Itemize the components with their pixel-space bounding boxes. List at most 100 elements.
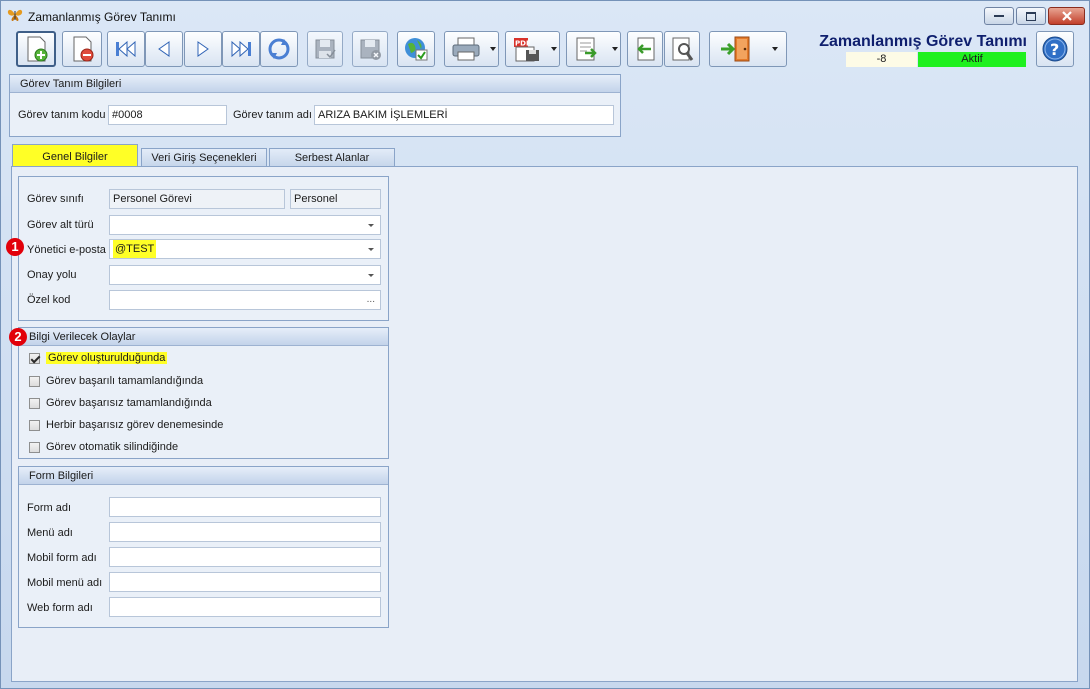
exit-dropdown-icon [772, 47, 778, 51]
definition-name-field[interactable]: ARIZA BAKIM İŞLEMLERİ [314, 105, 614, 125]
pdf-export-icon: PDF [513, 38, 539, 62]
annotation-marker-1: 1 [6, 238, 24, 256]
mobile-form-field[interactable] [109, 547, 381, 567]
last-record-icon [231, 40, 251, 58]
form-header-title: Zamanlanmış Görev Tanımı [819, 33, 1027, 50]
special-code-label: Özel kod [27, 294, 71, 306]
menu-name-field[interactable] [109, 522, 381, 542]
event-auto-deleted-label: Görev otomatik silindiğinde [46, 441, 179, 453]
web-form-field[interactable] [109, 597, 381, 617]
chevron-down-icon [368, 224, 374, 227]
mobile-menu-label: Mobil menü adı [27, 577, 103, 589]
manager-email-value: @TEST [113, 240, 157, 258]
maximize-button[interactable] [1016, 7, 1046, 25]
form-name-label: Form adı [27, 502, 72, 514]
definition-group-title: Görev Tanım Bilgileri [10, 75, 620, 93]
event-each-failure-label: Herbir başarısız görev denemesinde [46, 419, 224, 431]
save-button[interactable] [307, 31, 343, 67]
approval-path-label: Onay yolu [27, 269, 77, 281]
event-failure-label: Görev başarısız tamamlandığında [46, 397, 212, 409]
special-code-field[interactable]: ... [109, 290, 381, 310]
title-bar: Zamanlanmış Görev Tanımı [1, 1, 1089, 31]
refresh-button[interactable] [260, 31, 298, 67]
event-created-label: Görev oluşturulduğunda [46, 352, 168, 364]
previous-record-button[interactable] [145, 31, 183, 67]
event-success-checkbox-row[interactable]: Görev başarılı tamamlandığında [29, 371, 203, 391]
record-number: -8 [846, 52, 917, 67]
help-icon: ? [1042, 36, 1068, 62]
next-record-icon [197, 41, 209, 57]
task-class-secondary-field: Personel [290, 189, 381, 209]
task-class-field: Personel Görevi [109, 189, 285, 209]
event-failure-checkbox-row[interactable]: Görev başarısız tamamlandığında [29, 393, 212, 413]
minimize-button[interactable] [984, 7, 1014, 25]
chevron-down-icon [368, 248, 374, 251]
print-button[interactable] [444, 31, 499, 67]
event-failure-checkbox[interactable] [29, 397, 40, 409]
mobile-form-label: Mobil form adı [27, 552, 97, 564]
print-dropdown-icon [490, 47, 496, 51]
tools-button[interactable] [664, 31, 700, 67]
form-info-group: Form Bilgileri Form adı Menü adı Mobil f… [18, 466, 389, 628]
window-title: Zamanlanmış Görev Tanımı [28, 10, 176, 24]
general-fields-group: Görev sınıfı Personel Görevi Personel Gö… [18, 176, 389, 321]
event-auto-deleted-checkbox-row[interactable]: Görev otomatik silindiğinde [29, 437, 178, 457]
tab-general[interactable]: Genel Bilgiler [12, 144, 138, 168]
event-auto-deleted-checkbox[interactable] [29, 441, 40, 453]
import-button[interactable] [627, 31, 663, 67]
maximize-icon [1026, 11, 1036, 21]
ellipsis-button[interactable]: ... [367, 291, 375, 309]
save-icon [315, 39, 336, 59]
delete-button[interactable] [62, 31, 102, 67]
refresh-icon [268, 38, 290, 60]
close-icon [1061, 11, 1072, 21]
event-each-failure-checkbox-row[interactable]: Herbir başarısız görev denemesinde [29, 415, 223, 435]
approval-path-select[interactable] [109, 265, 381, 285]
exit-button[interactable] [709, 31, 787, 67]
main-toolbar: PDF [9, 30, 789, 68]
events-group-title: Bilgi Verilecek Olaylar [19, 328, 388, 346]
definition-name-label: Görev tanım adı [233, 109, 312, 121]
chevron-down-icon [368, 274, 374, 277]
minimize-icon [994, 15, 1004, 17]
close-button[interactable] [1048, 7, 1085, 25]
definition-code-label: Görev tanım kodu [18, 109, 106, 121]
annotation-marker-2: 2 [9, 328, 27, 346]
export-button[interactable] [566, 31, 621, 67]
last-record-button[interactable] [222, 31, 260, 67]
events-group: Bilgi Verilecek Olaylar Görev oluşturuld… [18, 327, 389, 459]
definition-group: Görev Tanım Bilgileri Görev tanım kodu #… [9, 74, 621, 137]
event-created-checkbox[interactable] [29, 352, 40, 364]
menu-name-label: Menü adı [27, 527, 73, 539]
manager-email-select[interactable]: @TEST [109, 239, 381, 259]
first-record-button[interactable] [107, 31, 145, 67]
new-button[interactable] [16, 31, 56, 67]
save-cancel-button[interactable] [352, 31, 388, 67]
exit-door-icon [721, 36, 750, 62]
next-record-button[interactable] [184, 31, 222, 67]
app-window: Zamanlanmış Görev Tanımı PDF Zamanlanmış… [0, 0, 1090, 689]
tab-data-entry-options[interactable]: Veri Giriş Seçenekleri [141, 148, 267, 167]
task-subtype-label: Görev alt türü [27, 219, 94, 231]
manager-email-label: Yönetici e-posta [27, 244, 106, 256]
web-form-label: Web form adı [27, 602, 93, 614]
tab-custom-fields[interactable]: Serbest Alanlar [269, 148, 395, 167]
new-document-icon [27, 36, 48, 62]
print-icon [452, 37, 479, 61]
svg-text:PDF: PDF [515, 40, 531, 48]
event-each-failure-checkbox[interactable] [29, 419, 40, 431]
form-name-field[interactable] [109, 497, 381, 517]
form-info-group-title: Form Bilgileri [19, 467, 388, 485]
task-subtype-select[interactable] [109, 215, 381, 235]
event-created-checkbox-row[interactable]: Görev oluşturulduğunda [29, 348, 168, 368]
event-success-checkbox[interactable] [29, 375, 40, 387]
previous-record-icon [158, 41, 170, 57]
help-button[interactable]: ? [1036, 31, 1074, 67]
definition-code-field[interactable]: #0008 [108, 105, 227, 125]
pdf-export-button[interactable]: PDF [505, 31, 560, 67]
export-icon [576, 37, 597, 61]
globe-check-icon [405, 38, 428, 61]
mobile-menu-field[interactable] [109, 572, 381, 592]
globe-check-button[interactable] [397, 31, 435, 67]
butterfly-app-icon [7, 9, 23, 21]
